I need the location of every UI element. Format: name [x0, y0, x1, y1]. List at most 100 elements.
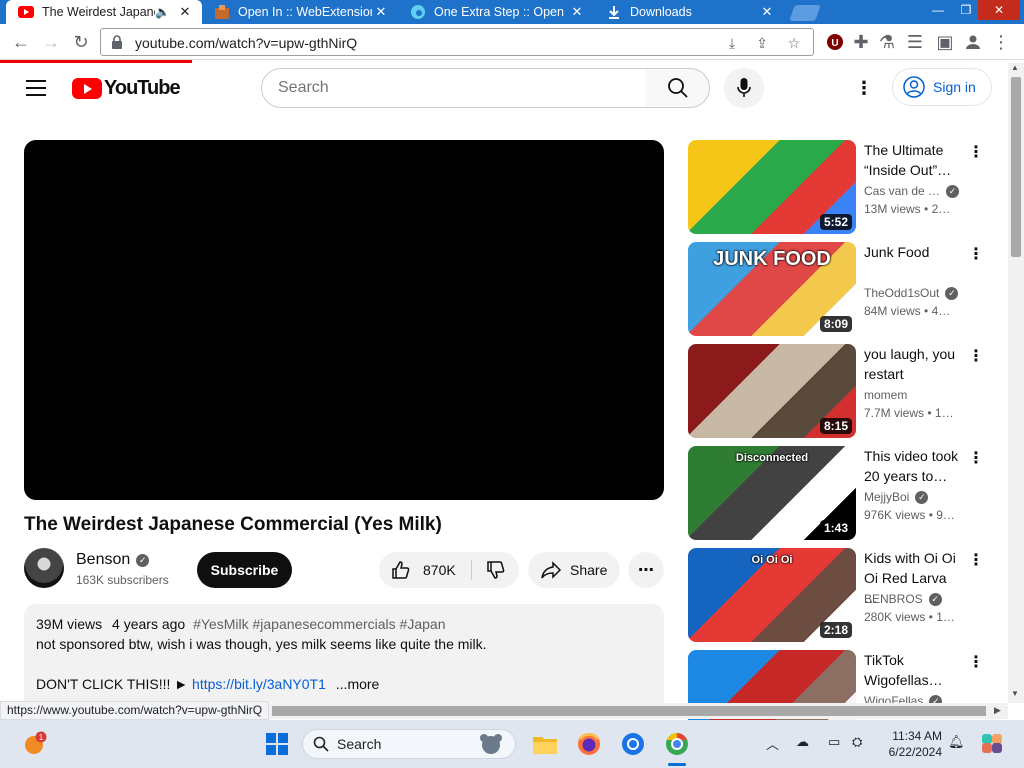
- show-hidden-icons-chevron-icon[interactable]: ︿: [766, 734, 779, 753]
- notification-bell-icon[interactable]: 🔔︎: [948, 734, 965, 750]
- install-app-icon[interactable]: ⤓: [723, 34, 741, 52]
- forward-arrow-icon[interactable]: →: [38, 29, 64, 55]
- share-button[interactable]: Share: [528, 552, 620, 588]
- side-panel-icon[interactable]: ▣: [932, 29, 958, 55]
- show-more-link[interactable]: ...more: [336, 676, 380, 692]
- restore-icon[interactable]: ❐: [952, 0, 980, 20]
- video-options-kebab-icon[interactable]: ⋮: [966, 550, 986, 570]
- close-tab-icon[interactable]: ✕: [568, 4, 586, 20]
- microphone-icon: [737, 78, 751, 97]
- tab-openin[interactable]: Open In :: WebExtensions ✕: [202, 0, 398, 24]
- settings-kebab-icon[interactable]: ⋮: [852, 76, 876, 100]
- channel-name-row[interactable]: Benson ✓: [76, 551, 150, 569]
- firefox-icon[interactable]: [574, 729, 604, 759]
- close-window-icon[interactable]: ✕: [978, 0, 1020, 20]
- speaker-icon[interactable]: 🔈: [155, 5, 170, 19]
- search-button[interactable]: [646, 68, 710, 108]
- close-tab-icon[interactable]: ✕: [758, 4, 776, 20]
- sign-in-button[interactable]: Sign in: [892, 68, 992, 106]
- voice-search-button[interactable]: [724, 68, 764, 108]
- recommended-video-title[interactable]: This video took 20 years to…: [864, 446, 964, 486]
- taskbar-search-box[interactable]: Search: [302, 729, 516, 759]
- clock[interactable]: 11:34 AM 6/22/2024: [872, 728, 942, 760]
- recommended-video-title[interactable]: TikTok Wigofellas…: [864, 650, 964, 690]
- recommended-video-title[interactable]: you laugh, you restart: [864, 344, 964, 384]
- tab-youtube[interactable]: The Weirdest Japanese Commercial 🔈 ✕: [6, 0, 202, 24]
- video-thumbnail[interactable]: 8:15: [688, 344, 856, 438]
- reload-icon[interactable]: ↻: [68, 29, 94, 55]
- description-box[interactable]: 39M views 4 years ago #YesMilk #japanese…: [24, 604, 664, 714]
- channel-avatar[interactable]: [24, 548, 64, 588]
- youtube-play-icon: [72, 77, 102, 99]
- file-explorer-icon[interactable]: [530, 729, 560, 759]
- scroll-up-arrow-icon[interactable]: ▲: [1011, 63, 1019, 72]
- dislike-button[interactable]: [479, 552, 513, 588]
- subscribe-button[interactable]: Subscribe: [197, 552, 292, 588]
- new-tab-button[interactable]: [789, 5, 821, 21]
- scroll-right-arrow-icon[interactable]: ▶: [994, 705, 1001, 716]
- extensions-puzzle-icon[interactable]: ✚: [848, 29, 874, 55]
- share-page-icon[interactable]: ⇪: [753, 34, 771, 52]
- video-player[interactable]: [24, 140, 664, 500]
- profile-icon[interactable]: [960, 29, 986, 55]
- address-bar[interactable]: youtube.com/watch?v=upw-gthNirQ ⤓ ⇪ ☆: [100, 28, 814, 56]
- recommended-video[interactable]: Disconnected 1:43 This video took 20 years…: [688, 446, 988, 540]
- video-thumbnail[interactable]: 5:52: [688, 140, 856, 234]
- back-arrow-icon[interactable]: ←: [8, 29, 34, 55]
- more-actions-icon[interactable]: ⋯: [628, 552, 664, 588]
- bookmark-star-icon[interactable]: ☆: [785, 34, 803, 52]
- recommended-video[interactable]: JUNK FOOD 8:09 Junk Food TheOdd1sOut ✓ 84M vi…: [688, 242, 988, 336]
- recommended-channel[interactable]: MejjyBoi ✓: [864, 490, 929, 504]
- vertical-scrollbar[interactable]: ▲ ▼: [1008, 63, 1024, 703]
- copilot-pre-icon[interactable]: [978, 729, 1008, 759]
- youtube-logo[interactable]: YouTube: [72, 77, 181, 99]
- recommended-video-title[interactable]: Junk Food: [864, 242, 964, 262]
- description-link[interactable]: https://bit.ly/3aNY0T1: [192, 676, 326, 692]
- video-options-kebab-icon[interactable]: ⋮: [966, 448, 986, 468]
- recommended-video[interactable]: 5:52 The Ultimate “Inside Out”… Cas van de…: [688, 140, 988, 234]
- flask-extension-icon[interactable]: ⚗: [874, 29, 900, 55]
- close-tab-icon[interactable]: ✕: [372, 4, 390, 20]
- chrome-icon[interactable]: [618, 729, 648, 759]
- sign-in-label: Sign in: [933, 79, 976, 95]
- video-options-kebab-icon[interactable]: ⋮: [966, 346, 986, 366]
- recommended-video-title[interactable]: The Ultimate “Inside Out”…: [864, 140, 964, 180]
- subscriber-count: 163K subscribers: [76, 573, 169, 587]
- video-thumbnail[interactable]: Oi Oi Oi 2:18: [688, 548, 856, 642]
- reading-list-icon[interactable]: ☰: [902, 29, 928, 55]
- network-icon[interactable]: ☁: [796, 734, 809, 750]
- video-duration: 8:15: [819, 418, 852, 434]
- video-thumbnail[interactable]: Disconnected 1:43: [688, 446, 856, 540]
- weather-widget-icon[interactable]: 1: [20, 729, 50, 759]
- recommended-channel[interactable]: momem: [864, 388, 907, 402]
- display-icon[interactable]: ▭: [828, 734, 840, 750]
- video-options-kebab-icon[interactable]: ⋮: [966, 652, 986, 672]
- recommended-video[interactable]: Oi Oi Oi 2:18 Kids with Oi Oi Oi Red Larva…: [688, 548, 988, 642]
- tab-downloads[interactable]: Downloads ✕: [594, 0, 784, 24]
- recommended-channel-name: Cas van de …: [864, 184, 941, 198]
- windows-start-icon[interactable]: [262, 729, 292, 759]
- recommended-video[interactable]: 8:15 you laugh, you restart momem 7.7M view…: [688, 344, 988, 438]
- ublock-extension-icon[interactable]: U: [822, 29, 848, 55]
- lock-icon[interactable]: [111, 35, 123, 54]
- browser-menu-icon[interactable]: ⋮: [988, 29, 1014, 55]
- hamburger-menu-icon[interactable]: [26, 80, 46, 96]
- video-thumbnail[interactable]: JUNK FOOD 8:09: [688, 242, 856, 336]
- minimize-icon[interactable]: —: [924, 0, 952, 20]
- recommended-channel[interactable]: TheOdd1sOut ✓: [864, 286, 959, 300]
- horizontal-scroll-thumb[interactable]: [272, 706, 986, 716]
- tab-extrastep[interactable]: One Extra Step :: Open ✕: [398, 0, 594, 24]
- close-tab-icon[interactable]: ✕: [176, 4, 194, 20]
- video-options-kebab-icon[interactable]: ⋮: [966, 244, 986, 264]
- hashtags[interactable]: #YesMilk #japanesecommercials #Japan: [193, 616, 445, 632]
- connection-icon[interactable]: ⛭: [852, 734, 862, 750]
- recommended-channel[interactable]: Cas van de … ✓: [864, 184, 960, 198]
- chrome-profile-icon[interactable]: [662, 729, 692, 766]
- vertical-scroll-thumb[interactable]: [1011, 77, 1021, 257]
- recommended-channel[interactable]: BENBROS ✓: [864, 592, 942, 606]
- scroll-down-arrow-icon[interactable]: ▼: [1011, 689, 1019, 698]
- search-input[interactable]: [278, 69, 638, 107]
- like-button[interactable]: 870K: [379, 552, 471, 588]
- video-options-kebab-icon[interactable]: ⋮: [966, 142, 986, 162]
- search-icon: [667, 78, 688, 98]
